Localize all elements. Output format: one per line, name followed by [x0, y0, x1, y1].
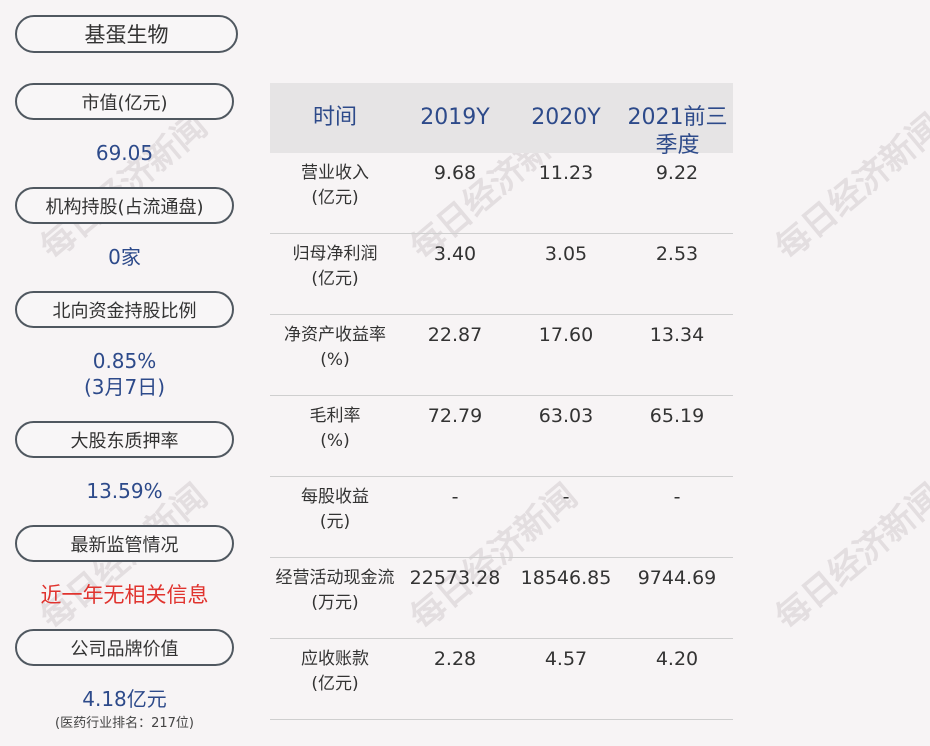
watermark: 每日经济新闻: [768, 106, 930, 269]
financial-table: 时间 2019Y 2020Y 2021前三季度 营业收入 (亿元) 9.68 11.2…: [270, 83, 733, 720]
pledge-label: 大股东质押率: [15, 421, 234, 458]
row-label: 净资产收益率 (%): [270, 323, 400, 373]
table-cell: -: [673, 486, 681, 508]
header-2021: 2021前三季度: [627, 105, 728, 158]
table-row: 净资产收益率 (%) 22.87 17.60 13.34: [270, 315, 733, 396]
institution-label: 机构持股(占流通盘): [15, 187, 234, 224]
table-row: 营业收入 (亿元) 9.68 11.23 9.22: [270, 153, 733, 234]
table-row: 经营活动现金流 (万元) 22573.28 18546.85 9744.69: [270, 558, 733, 639]
row-label-unit: (亿元): [311, 674, 359, 694]
row-label-unit: (%): [320, 431, 350, 451]
northbound-date: (3月7日): [83, 375, 166, 399]
row-label-name: 营业收入: [301, 163, 369, 183]
table-cell: 3.05: [544, 243, 588, 265]
brand-label: 公司品牌价值: [15, 629, 234, 666]
table-cell: 72.79: [427, 405, 483, 427]
table-row: 归母净利润 (亿元) 3.40 3.05 2.53: [270, 234, 733, 315]
table-cell: 63.03: [538, 405, 594, 427]
row-label-unit: (万元): [311, 593, 359, 613]
table-cell: -: [562, 486, 570, 508]
institution-value: 0家: [108, 245, 141, 269]
row-label: 每股收益 (元): [270, 485, 400, 535]
regulation-label: 最新监管情况: [15, 525, 234, 562]
row-label-unit: (元): [319, 512, 351, 532]
table-header: 时间 2019Y 2020Y 2021前三季度: [270, 83, 733, 158]
row-label: 经营活动现金流 (万元): [270, 566, 400, 616]
row-label-name: 归母净利润: [292, 244, 378, 264]
table-cell: 4.57: [544, 648, 588, 670]
table-cell: 3.40: [433, 243, 477, 265]
table-row: 每股收益 (元) - - -: [270, 477, 733, 558]
table-cell: 18546.85: [520, 567, 612, 589]
row-label-name: 经营活动现金流: [275, 568, 395, 588]
table-cell: -: [451, 486, 459, 508]
row-label-unit: (%): [320, 350, 350, 370]
header-2019: 2019Y: [420, 105, 490, 130]
header-time: 时间: [312, 105, 357, 130]
table-row: 应收账款 (亿元) 2.28 4.57 4.20: [270, 639, 733, 720]
row-label-unit: (亿元): [311, 269, 359, 289]
row-label: 营业收入 (亿元): [270, 161, 400, 211]
market-value: 69.05: [95, 141, 154, 165]
regulation-value: 近一年无相关信息: [40, 583, 209, 607]
pledge-value: 13.59%: [86, 479, 163, 503]
row-label-name: 净资产收益率: [284, 325, 386, 345]
table-cell: 22573.28: [409, 567, 501, 589]
table-cell: 65.19: [649, 405, 705, 427]
watermark: 每日经济新闻: [768, 476, 930, 639]
table-cell: 9.22: [655, 162, 699, 184]
table-cell: 2.53: [655, 243, 699, 265]
northbound-label: 北向资金持股比例: [15, 291, 234, 328]
table-cell: 2.28: [433, 648, 477, 670]
row-label-name: 应收账款: [301, 649, 369, 669]
market-value-label: 市值(亿元): [15, 83, 234, 120]
table-cell: 22.87: [427, 324, 483, 346]
table-cell: 13.34: [649, 324, 705, 346]
header-2020: 2020Y: [531, 105, 601, 130]
row-label: 应收账款 (亿元): [270, 647, 400, 697]
row-label: 毛利率 (%): [270, 404, 400, 454]
table-cell: 17.60: [538, 324, 594, 346]
row-label-name: 每股收益: [301, 487, 369, 507]
table-cell: 9744.69: [637, 567, 717, 589]
table-row: 毛利率 (%) 72.79 63.03 65.19: [270, 396, 733, 477]
company-title: 基蛋生物: [15, 15, 238, 53]
row-label: 归母净利润 (亿元): [270, 242, 400, 292]
row-label-unit: (亿元): [311, 188, 359, 208]
table-cell: 11.23: [538, 162, 594, 184]
northbound-value: 0.85%: [92, 349, 157, 373]
brand-rank: (医药行业排名：217位): [55, 716, 194, 731]
table-cell: 4.20: [655, 648, 699, 670]
table-cell: 9.68: [433, 162, 477, 184]
brand-value: 4.18亿元: [82, 687, 167, 711]
row-label-name: 毛利率: [309, 406, 361, 426]
